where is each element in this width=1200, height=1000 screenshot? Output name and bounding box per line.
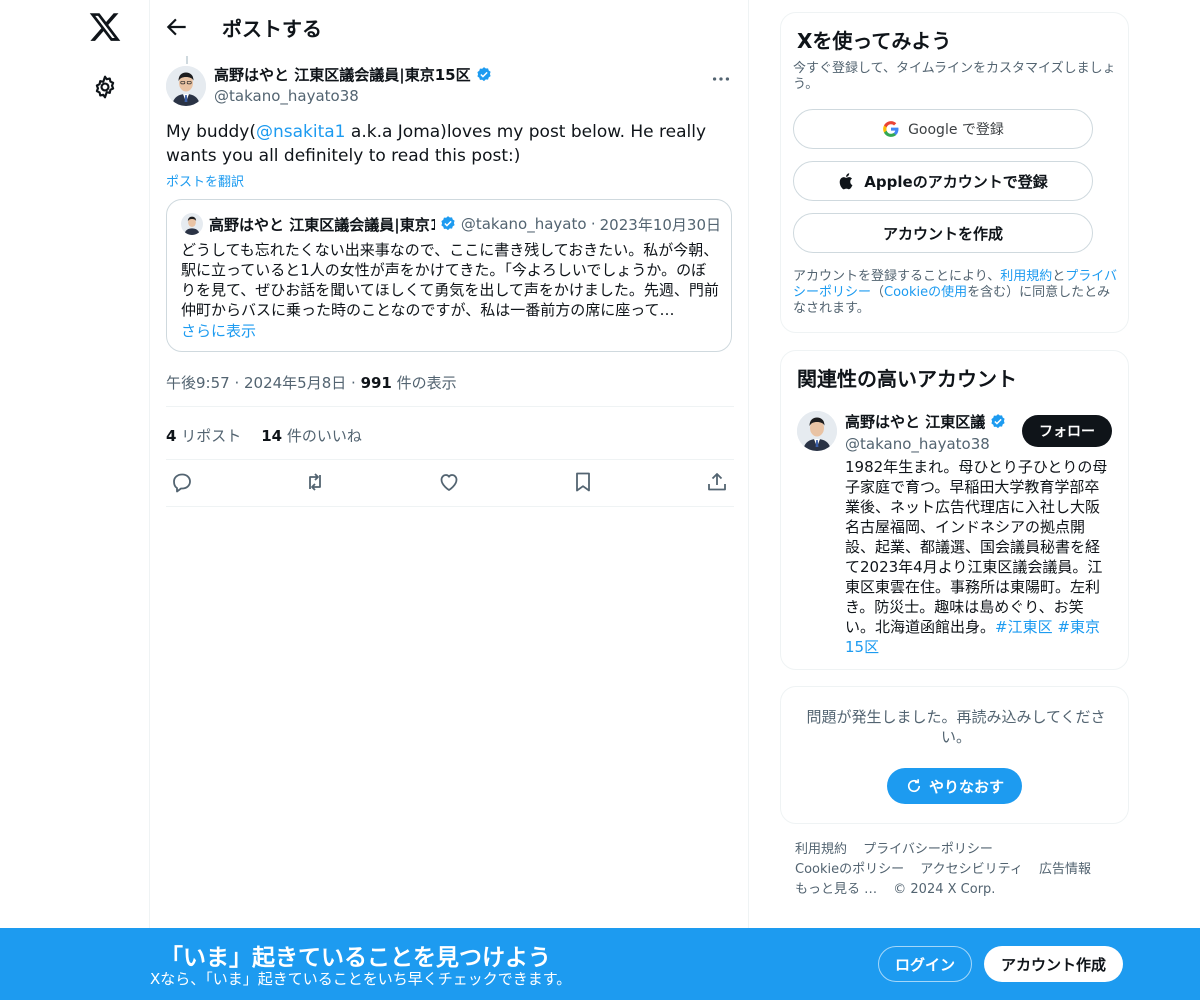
post-text-part: My buddy( (166, 122, 256, 142)
relevant-title: 関連性の高いアカウント (797, 367, 1017, 391)
verified-badge-icon (476, 66, 491, 81)
account-handle[interactable]: @takano_hayato38 (845, 435, 990, 453)
quoted-post[interactable]: 高野はやと 江東区議会議員|東京15区 @takano_hayato38 · 2… (166, 199, 732, 352)
bio-text: 1982年生まれ。母ひとり子ひとりの母子家庭で育つ。早稲田大学教育学部卒業後、ネ… (845, 458, 1108, 636)
quote-date: 2023年10月30日 (599, 215, 721, 234)
apple-signup-label: Appleのアカウントで登録 (864, 172, 1048, 191)
retry-button[interactable]: やりなおす (887, 768, 1022, 804)
verified-badge-icon (991, 413, 1005, 428)
apple-signup-button[interactable]: Appleのアカウントで登録 (793, 161, 1093, 201)
avatar (181, 213, 203, 235)
footer-link-accessibility[interactable]: アクセシビリティ (920, 862, 1023, 877)
page-title: ポストする (222, 17, 322, 41)
post-author[interactable]: 高野はやと 江東区議会議員|東京15区 @takano_hayato38 (214, 64, 493, 105)
avatar[interactable] (166, 66, 206, 106)
x-logo-icon[interactable] (88, 10, 122, 44)
author-name[interactable]: 高野はやと 江東区議会議員|東京15区 (214, 64, 471, 85)
post-stats: 4 リポスト 14 件のいいね (166, 425, 362, 446)
signup-button[interactable]: アカウント作成 (984, 946, 1123, 982)
gear-icon[interactable] (92, 74, 118, 100)
legal-part: アカウントを登録することにより、 (793, 269, 1001, 284)
login-button[interactable]: ログイン (878, 946, 972, 982)
divider (166, 459, 734, 460)
left-nav (0, 0, 150, 928)
bottom-bar-subtitle: Xなら、「いま」起きていることをいち早くチェックできます。 (150, 970, 572, 988)
follow-button[interactable]: フォロー (1022, 415, 1112, 447)
author-handle[interactable]: @takano_hayato38 (214, 87, 493, 105)
footer-link-cookie[interactable]: Cookieのポリシー (795, 862, 904, 877)
repost-count[interactable]: 4 リポスト (166, 425, 241, 446)
repost-icon[interactable] (303, 470, 327, 494)
signup-title: Xを使ってみよう (797, 29, 952, 53)
refresh-icon (907, 779, 921, 793)
error-card: 問題が発生しました。再読み込みしてください。 やりなおす (780, 686, 1129, 824)
separator-dot: · (590, 215, 596, 233)
google-icon (883, 121, 899, 137)
like-count[interactable]: 14 件のいいね (261, 425, 362, 446)
like-label: 件のいいね (282, 427, 362, 445)
main-column: ポストする 高野はやと 江東区議会議員|東京15区 @takano_hayato… (150, 0, 749, 928)
footer-link-more[interactable]: もっと見る … (795, 882, 877, 897)
post-text: My buddy(@nsakita1 a.k.a Joma)loves my p… (166, 120, 726, 168)
legal-part: （ (871, 285, 885, 300)
footer-links: 利用規約 プライバシーポリシー Cookieのポリシー アクセシビリティ 広告情… (795, 840, 1125, 900)
create-account-label: アカウントを作成 (882, 224, 1003, 243)
legal-part: と (1052, 269, 1066, 284)
relevant-accounts-card: 関連性の高いアカウント 高野はやと 江東区議会議員|東京15区 @takano_… (780, 350, 1129, 670)
google-signup-label: Google で登録 (908, 122, 1004, 138)
quote-author-handle: @takano_hayato38 (460, 215, 587, 233)
arrow-left-icon[interactable] (164, 14, 190, 40)
reply-icon[interactable] (170, 470, 194, 494)
divider (166, 406, 734, 407)
more-dots-icon[interactable] (710, 68, 732, 90)
account-name-text: 高野はやと 江東区議会議員|東京15区 (845, 413, 985, 431)
repost-number: 4 (166, 427, 177, 445)
bottom-signup-bar: 「いま」起きていることを見つけよう Xなら、「いま」起きていることをいち早くチェ… (0, 928, 1200, 1000)
verified-badge-icon (441, 216, 455, 231)
divider (166, 506, 734, 507)
account-bio: 1982年生まれ。母ひとり子ひとりの母子家庭で育つ。早稲田大学教育学部卒業後、ネ… (845, 457, 1113, 657)
signup-card: Xを使ってみよう 今すぐ登録して、タイムラインをカスタマイズしましょう。 Goo… (780, 12, 1129, 333)
post-time[interactable]: 午後9:57 · 2024年5月8日 · (166, 374, 361, 392)
post-meta: 午後9:57 · 2024年5月8日 · 991 件の表示 (166, 372, 457, 393)
account-name[interactable]: 高野はやと 江東区議会議員|東京15区 (845, 411, 1007, 432)
quote-text: どうしても忘れたくない出来事なので、ここに書き残しておきたい。私が今朝、駅に立っ… (181, 241, 719, 319)
quote-header: 高野はやと 江東区議会議員|東京15区 @takano_hayato38 · 2… (181, 213, 721, 235)
terms-link[interactable]: 利用規約 (1000, 269, 1052, 284)
view-count: 991 (360, 374, 392, 392)
show-more-link[interactable]: さらに表示 (181, 320, 256, 341)
share-icon[interactable] (705, 470, 729, 494)
copyright: © 2024 X Corp. (893, 882, 996, 897)
quote-author-name: 高野はやと 江東区議会議員|東京15区 (209, 215, 435, 234)
hashtag-link[interactable]: #江東区 (995, 618, 1053, 636)
view-label: 件の表示 (391, 374, 457, 392)
bottom-bar-title: 「いま」起きていることを見つけよう (160, 945, 551, 971)
footer-link-ads[interactable]: 広告情報 (1039, 862, 1091, 877)
like-number: 14 (261, 427, 283, 445)
translate-link[interactable]: ポストを翻訳 (166, 171, 244, 190)
action-bar (166, 470, 734, 494)
mention-link[interactable]: @nsakita1 (256, 122, 346, 142)
repost-label: リポスト (176, 427, 242, 445)
bookmark-icon[interactable] (571, 470, 595, 494)
apple-icon (840, 173, 853, 190)
legal-text: アカウントを登録することにより、利用規約とプライバシーポリシー（Cookieの使… (793, 269, 1121, 317)
footer-link-privacy[interactable]: プライバシーポリシー (863, 842, 993, 857)
signup-subtitle: 今すぐ登録して、タイムラインをカスタマイズしましょう。 (793, 61, 1116, 92)
top-bar: ポストする (150, 0, 749, 54)
thread-line (186, 56, 188, 64)
error-message: 問題が発生しました。再読み込みしてください。 (806, 708, 1106, 746)
cookie-link[interactable]: Cookieの使用 (884, 285, 967, 300)
heart-icon[interactable] (437, 470, 461, 494)
avatar[interactable] (797, 411, 837, 451)
footer-link-terms[interactable]: 利用規約 (795, 842, 847, 857)
google-signup-button[interactable]: Google で登録 (793, 109, 1093, 149)
retry-label: やりなおす (928, 777, 1004, 796)
create-account-button[interactable]: アカウントを作成 (793, 213, 1093, 253)
